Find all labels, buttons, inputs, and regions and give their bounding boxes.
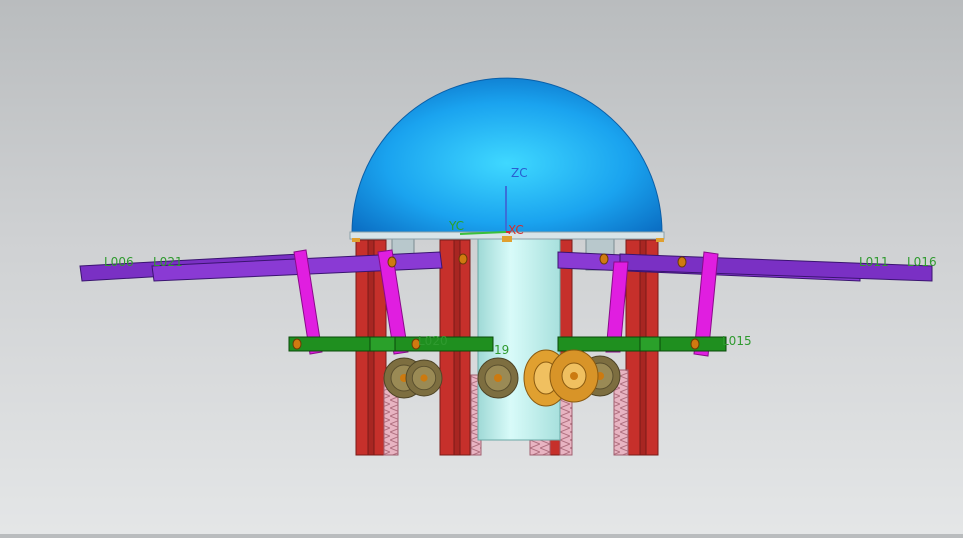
axis-label-xc: XC: [508, 223, 524, 237]
label-l016: L016: [907, 255, 937, 269]
axis-label-yc: YC: [448, 219, 464, 233]
bevel-gears[interactable]: [523, 349, 599, 407]
label-l006: L006: [104, 255, 134, 269]
cad-viewport[interactable]: ZC YC XC L006 L021 L011 L016 L020 L015 1…: [0, 0, 963, 534]
axis-label-zc: ZC: [511, 166, 528, 180]
label-l011: L011: [859, 255, 889, 269]
label-19: 19: [494, 343, 509, 357]
label-l020: L020: [418, 334, 448, 348]
label-l021: L021: [153, 255, 183, 269]
label-l015: L015: [722, 334, 752, 348]
assembly-drawing: ZC YC XC L006 L021 L011 L016 L020 L015 1…: [79, 77, 937, 456]
